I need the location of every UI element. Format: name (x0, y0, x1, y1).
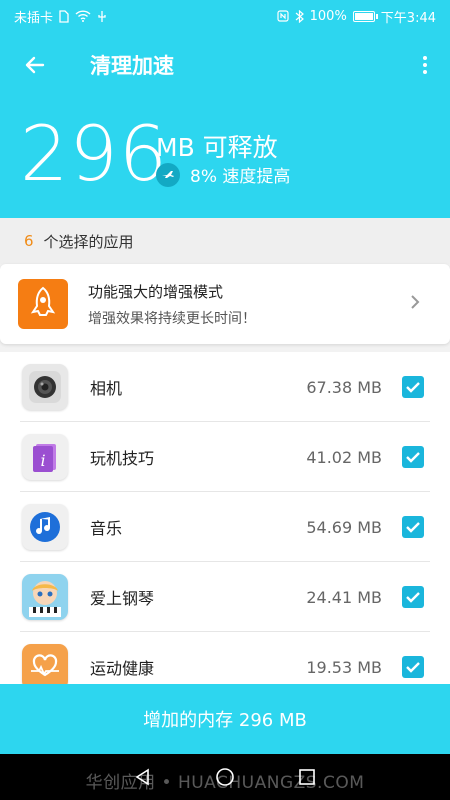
app-row[interactable]: i 玩机技巧 41.02 MB (0, 422, 450, 492)
app-checkbox[interactable] (402, 446, 424, 468)
app-size: 19.53 MB (306, 657, 382, 677)
tips-icon: i (22, 434, 68, 480)
boost-mode-title: 功能强大的增强模式 (88, 282, 224, 301)
piano-game-icon (22, 574, 68, 620)
more-menu-button[interactable] (400, 32, 450, 98)
nav-recents-icon[interactable] (297, 767, 317, 787)
boost-mode-subtitle: 增强效果将持续更长时间！ (88, 310, 256, 327)
releasable-amount: 296 (20, 109, 169, 198)
app-row[interactable]: 相机 67.38 MB (0, 352, 450, 422)
app-checkbox[interactable] (402, 376, 424, 398)
usb-icon (98, 10, 106, 22)
health-icon (22, 644, 68, 684)
clock: 下午3:44 (380, 10, 436, 26)
plane-icon (156, 162, 180, 187)
app-size: 24.41 MB (306, 587, 382, 607)
sim-icon (59, 9, 69, 23)
arrow-left-icon (25, 56, 45, 74)
nav-back-icon[interactable] (133, 767, 153, 787)
system-nav-bar (0, 754, 450, 800)
app-list: 相机 67.38 MB i 玩机技巧 41.02 MB 音乐 54.69 MB … (0, 352, 450, 684)
selection-count: 6 (24, 232, 34, 250)
app-size: 67.38 MB (306, 377, 382, 397)
chevron-right-icon (410, 294, 420, 314)
battery-icon (352, 10, 378, 22)
rocket-icon (18, 279, 68, 329)
carrier-text: 未插卡 (14, 10, 54, 26)
nfc-icon (277, 10, 289, 22)
selection-header: 6 个选择的应用 (0, 218, 450, 264)
camera-icon (22, 364, 68, 410)
releasable-unit-label: MB 可释放 (156, 133, 278, 162)
app-checkbox[interactable] (402, 656, 424, 678)
app-name: 相机 (90, 379, 123, 398)
music-icon (22, 504, 68, 550)
app-checkbox[interactable] (402, 516, 424, 538)
app-name: 爱上钢琴 (90, 589, 155, 608)
back-button[interactable] (0, 32, 70, 98)
app-name: 玩机技巧 (90, 449, 155, 468)
speed-boost: 8% 速度提高 (156, 162, 290, 187)
free-memory-button[interactable]: 增加的内存 296 MB (0, 684, 450, 754)
app-row[interactable]: 音乐 54.69 MB (0, 492, 450, 562)
bluetooth-icon (295, 9, 304, 23)
status-bar: 未插卡 100% 下午3:44 (0, 0, 450, 32)
svg-text:i: i (40, 451, 45, 470)
app-checkbox[interactable] (402, 586, 424, 608)
selection-label: 个选择的应用 (43, 232, 134, 251)
memory-summary: 296 MB 可释放 8% 速度提高 (0, 98, 450, 218)
wifi-icon (75, 10, 91, 22)
app-bar: 清理加速 (0, 32, 450, 98)
more-vertical-icon (423, 56, 427, 74)
app-row[interactable]: 运动健康 19.53 MB (0, 632, 450, 684)
boost-mode-banner[interactable]: 功能强大的增强模式 增强效果将持续更长时间！ (0, 264, 450, 344)
app-name: 运动健康 (90, 659, 155, 678)
app-row[interactable]: 爱上钢琴 24.41 MB (0, 562, 450, 632)
app-size: 41.02 MB (306, 447, 382, 467)
page-title: 清理加速 (90, 54, 174, 78)
app-size: 54.69 MB (306, 517, 382, 537)
nav-home-icon[interactable] (215, 767, 235, 787)
battery-percent: 100% (309, 8, 347, 24)
app-name: 音乐 (90, 519, 123, 538)
speed-boost-label: 8% 速度提高 (190, 167, 291, 187)
